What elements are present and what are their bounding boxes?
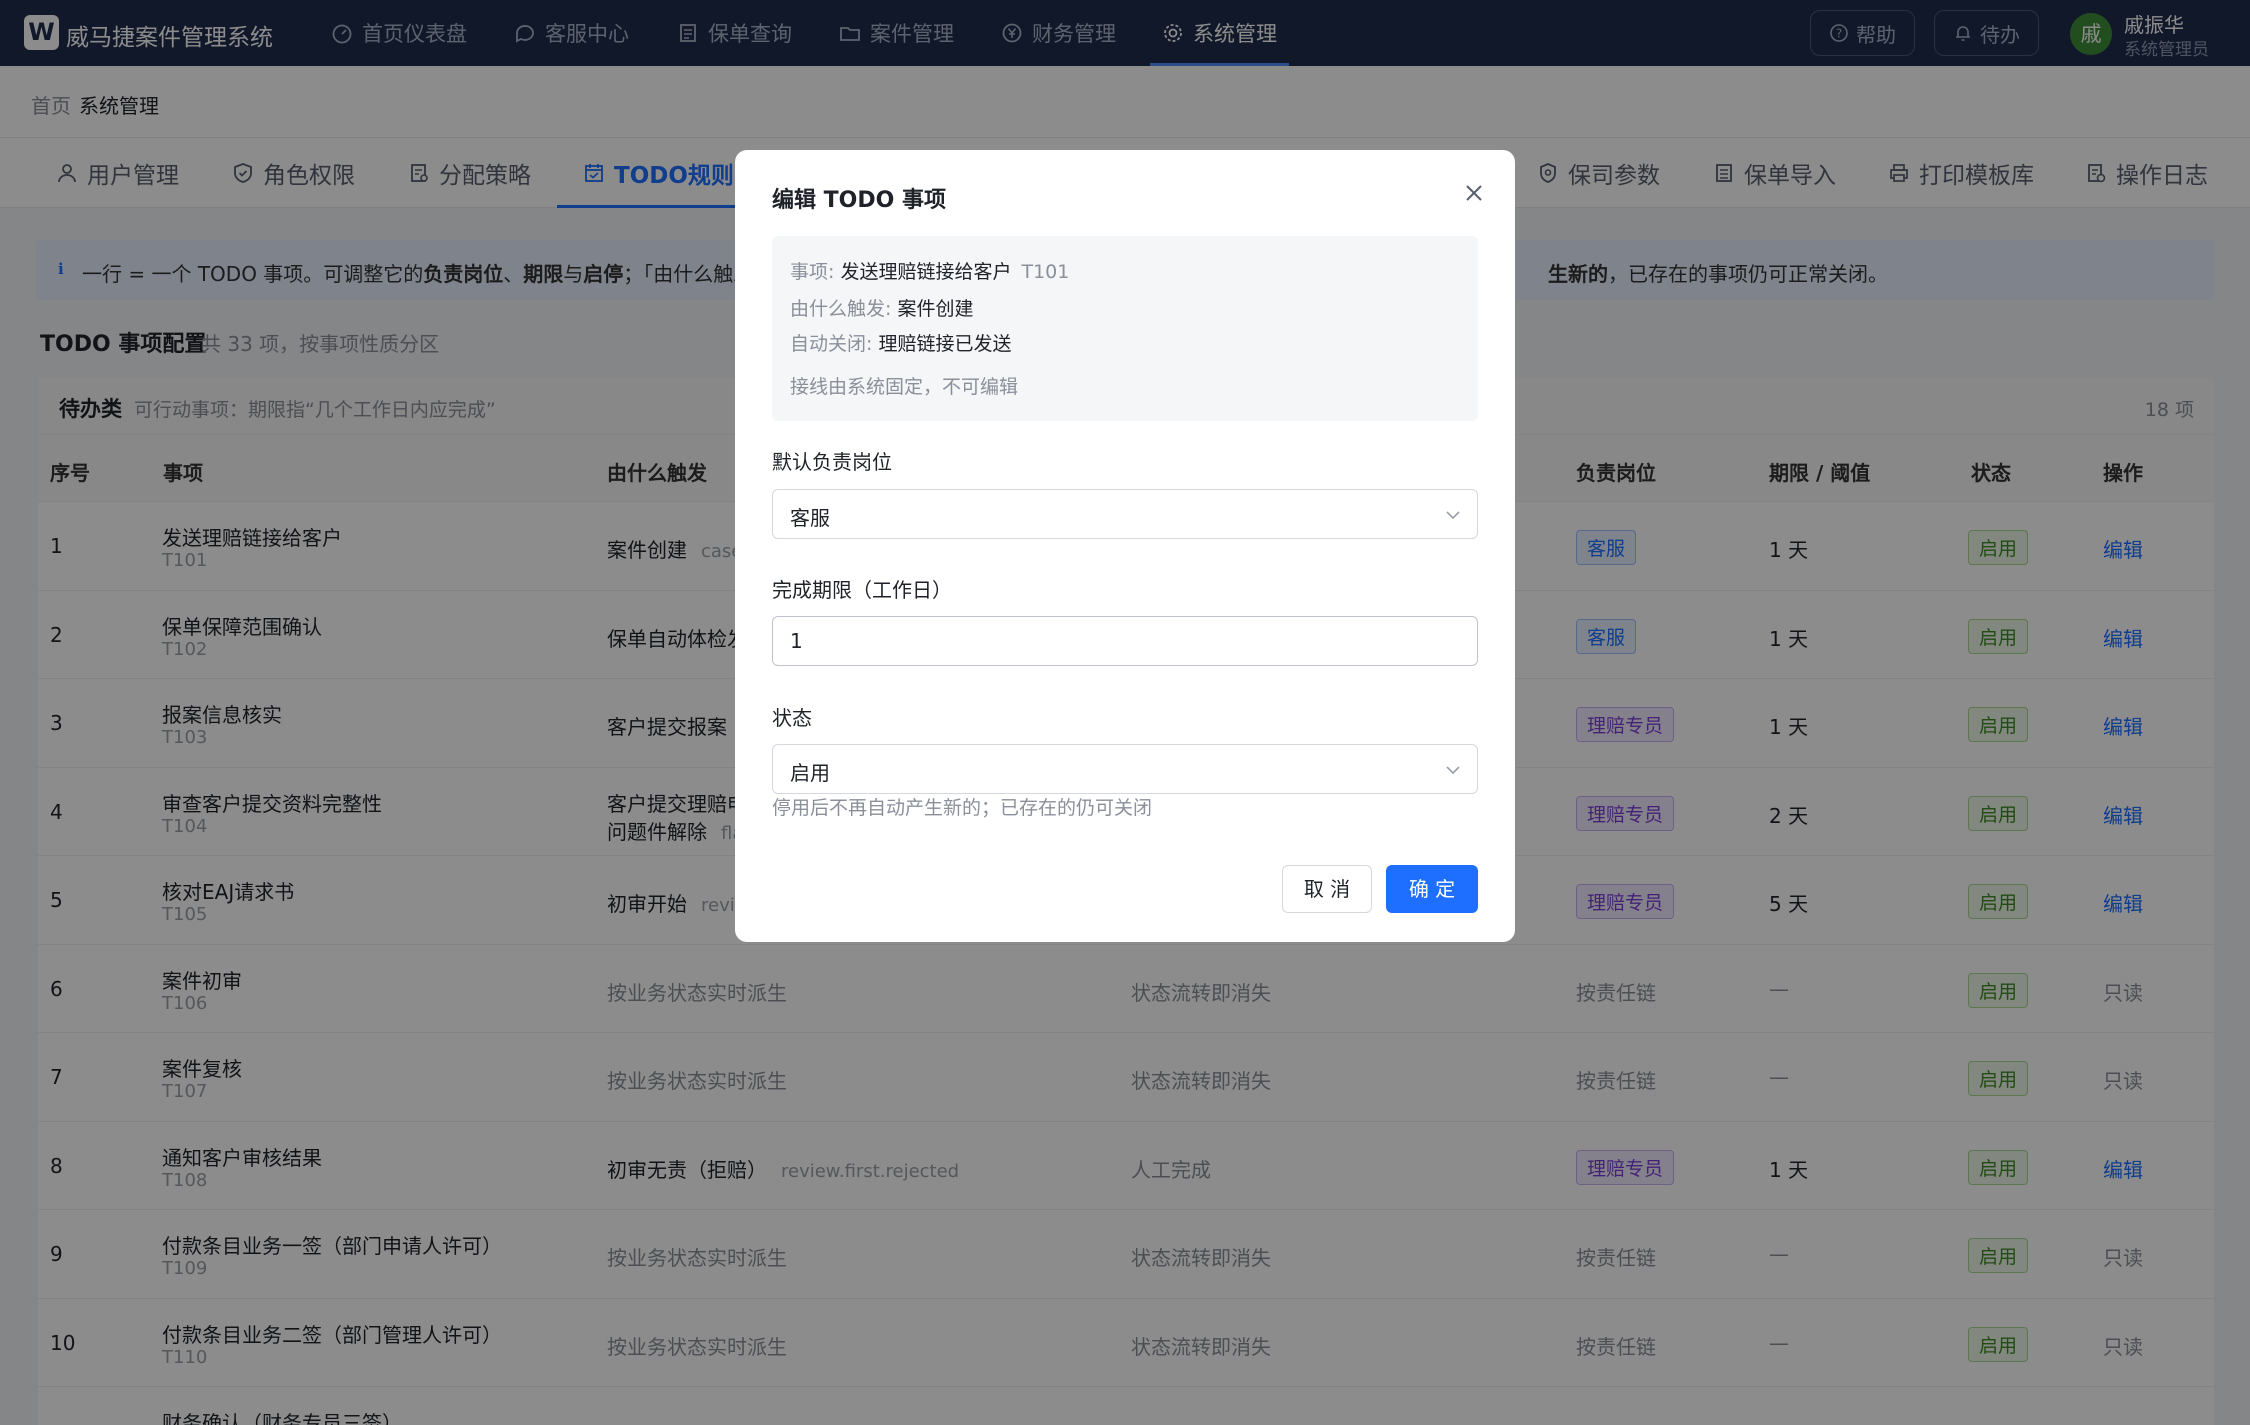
info-trigger: 由什么触发: 案件创建 <box>790 298 974 320</box>
status-select-value: 启用 <box>790 761 830 785</box>
info-auto-close: 自动关闭: 理赔链接已发送 <box>790 333 1012 355</box>
role-label: 默认负责岗位 <box>772 450 892 474</box>
deadline-input[interactable]: 1 <box>772 616 1478 666</box>
readonly-info-box: 事项: 发送理赔链接给客户 T101 由什么触发: 案件创建 自动关闭: 理赔链接… <box>772 236 1478 421</box>
edit-todo-modal: 编辑 TODO 事项 事项: 发送理赔链接给客户 T101 由什么触发: 案件创建… <box>735 150 1515 942</box>
role-select-value: 客服 <box>790 506 830 530</box>
deadline-label: 完成期限（工作日） <box>772 578 952 602</box>
modal-title: 编辑 TODO 事项 <box>772 188 946 213</box>
status-select[interactable]: 启用 <box>772 744 1478 794</box>
info-note: 接线由系统固定，不可编辑 <box>790 376 1019 398</box>
chevron-down-icon <box>1446 511 1460 520</box>
chevron-down-icon <box>1446 766 1460 775</box>
status-label: 状态 <box>772 706 812 730</box>
confirm-button[interactable]: 确 定 <box>1386 865 1478 913</box>
deadline-input-value: 1 <box>790 629 803 653</box>
status-hint: 停用后不再自动产生新的；已存在的仍可关闭 <box>772 797 1153 819</box>
role-select[interactable]: 客服 <box>772 489 1478 539</box>
close-icon[interactable] <box>1461 180 1487 206</box>
info-item: 事项: 发送理赔链接给客户 T101 <box>790 261 1070 283</box>
cancel-button[interactable]: 取 消 <box>1282 865 1372 913</box>
